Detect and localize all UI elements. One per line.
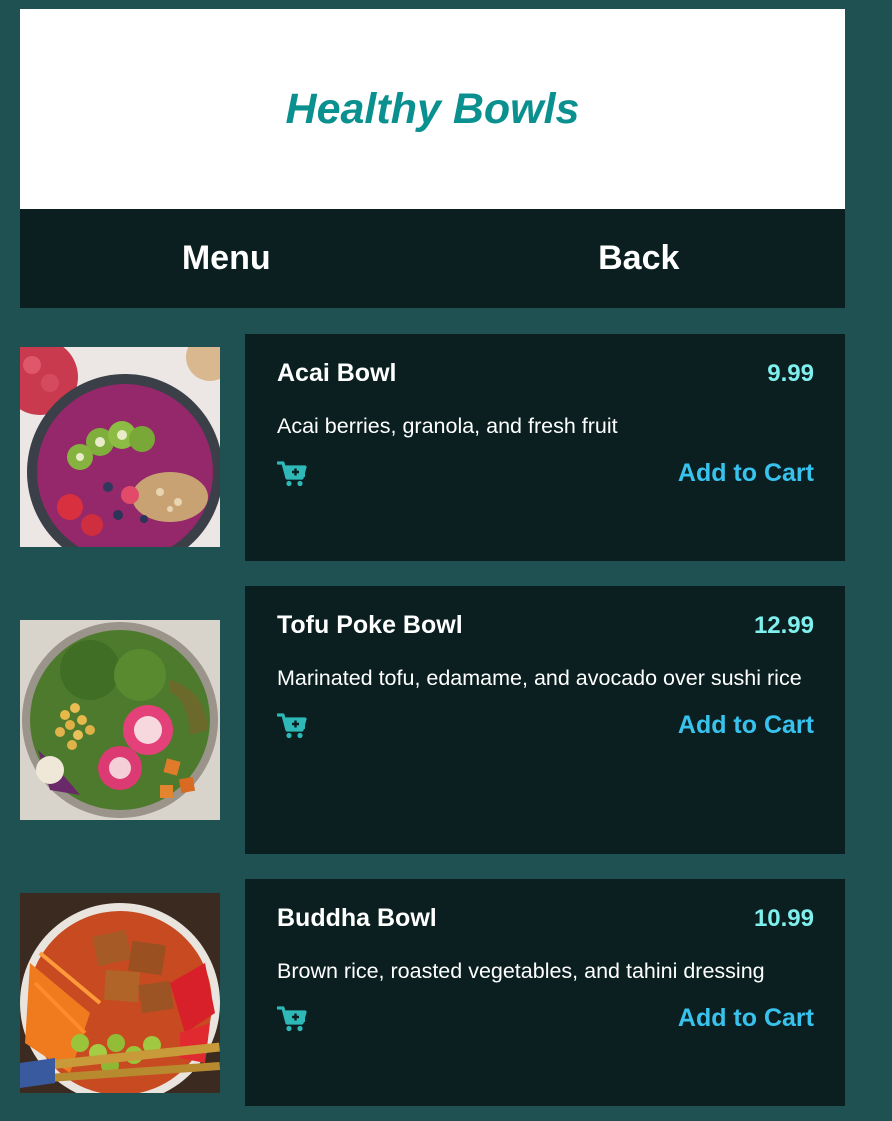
cart-plus-icon[interactable]	[277, 1005, 307, 1032]
product-image	[20, 347, 220, 547]
nav-bar: Menu Back	[20, 209, 845, 308]
product-description: Acai berries, granola, and fresh fruit	[277, 414, 618, 438]
product-card: Acai Bowl 9.99 Acai berries, granola, an…	[245, 334, 845, 561]
product-card: Tofu Poke Bowl 12.99 Marinated tofu, eda…	[245, 586, 845, 854]
product-name: Acai Bowl	[277, 359, 397, 387]
product-image	[20, 620, 220, 820]
page-title: Healthy Bowls	[285, 84, 580, 133]
header: Healthy Bowls	[20, 9, 845, 209]
back-link[interactable]: Back	[433, 209, 846, 308]
add-to-cart-button[interactable]: Add to Cart	[678, 1004, 814, 1033]
product-name: Tofu Poke Bowl	[277, 611, 463, 639]
add-to-cart-button[interactable]: Add to Cart	[678, 711, 814, 740]
product-price: 9.99	[767, 360, 814, 387]
product-image	[20, 893, 220, 1093]
product-price: 12.99	[753, 612, 814, 639]
product-description: Brown rice, roasted vegetables, and tahi…	[277, 959, 765, 983]
cart-plus-icon[interactable]	[277, 712, 307, 739]
product-description: Marinated tofu, edamame, and avocado ove…	[277, 666, 802, 690]
product-name: Buddha Bowl	[277, 904, 437, 932]
product-card: Buddha Bowl 10.99 Brown rice, roasted ve…	[245, 879, 845, 1106]
cart-plus-icon[interactable]	[277, 460, 307, 487]
menu-link[interactable]: Menu	[20, 209, 433, 308]
add-to-cart-button[interactable]: Add to Cart	[678, 459, 814, 488]
product-price: 10.99	[753, 905, 814, 932]
